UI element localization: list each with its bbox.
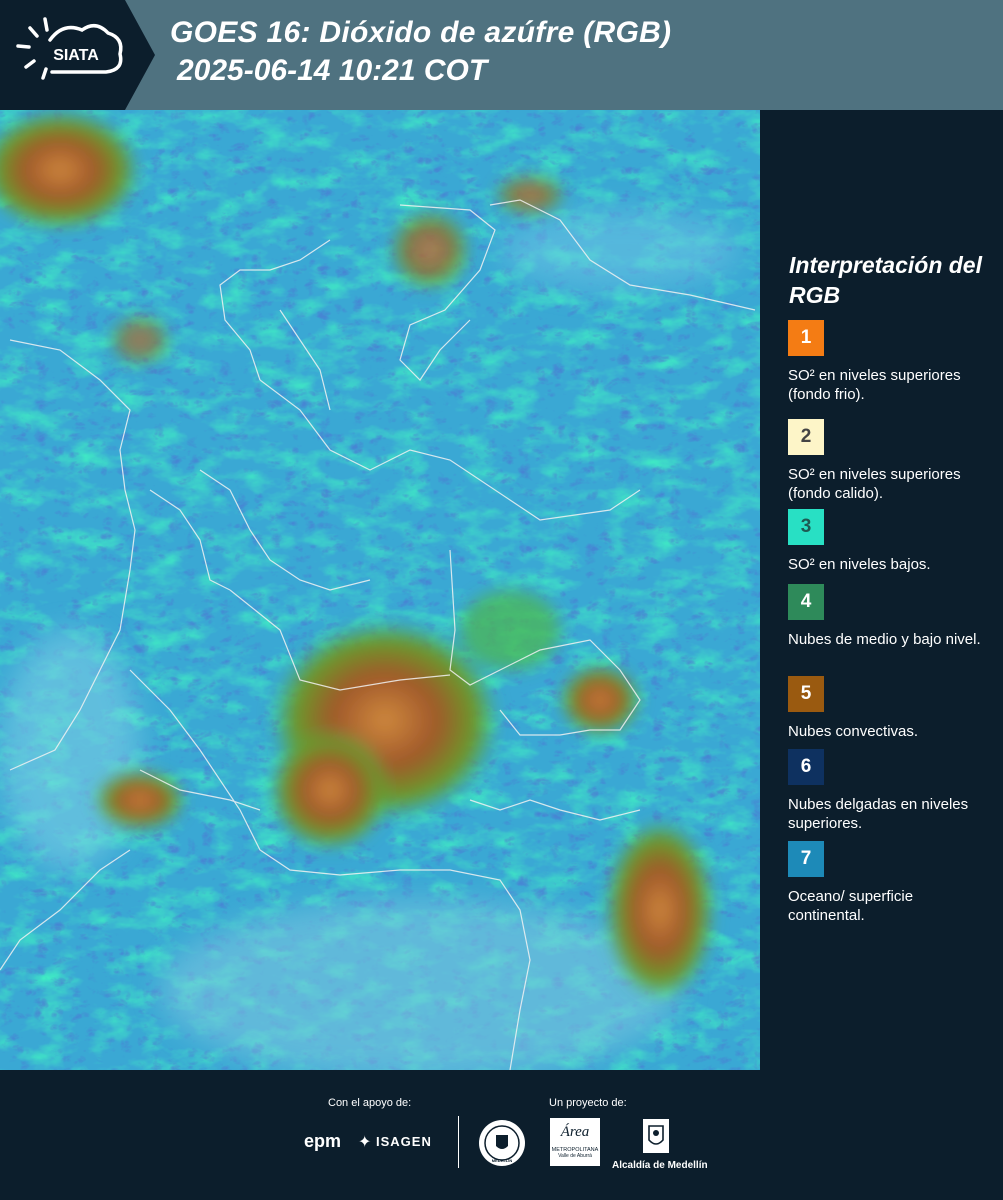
area-metropolitana-logo: Área METROPOLITANA Valle de Aburrá — [550, 1118, 600, 1166]
legend-swatch: 3 — [788, 509, 824, 545]
footer: Con el apoyo de: Un proyecto de: epm ✦ I… — [0, 1070, 1003, 1200]
legend-item: 2 SO² en niveles superiores (fondo calid… — [788, 419, 993, 503]
alcaldia-shield-icon — [643, 1119, 669, 1153]
project-label: Un proyecto de: — [549, 1097, 627, 1109]
alcaldia-logo: Alcaldía de Medellín — [612, 1160, 708, 1171]
epm-logo: epm — [304, 1131, 342, 1151]
legend-item: 7 Oceano/ superficie continental. — [788, 841, 993, 925]
legend-panel: Interpretación del RGB 1 SO² en niveles … — [760, 110, 1003, 1070]
so2-rgb-imagery — [0, 110, 760, 1070]
legend-swatch: 7 — [788, 841, 824, 877]
footer-divider — [458, 1116, 459, 1168]
legend-swatch: 4 — [788, 584, 824, 620]
medellin-seal-icon: MEDELLÍN — [479, 1120, 525, 1166]
svg-text:MEDELLÍN: MEDELLÍN — [492, 1158, 513, 1163]
timestamp: 2025-06-14 10:21 COT — [177, 54, 488, 87]
legend-item: 3 SO² en niveles bajos. — [788, 509, 993, 574]
legend-label: Nubes delgadas en niveles superiores. — [788, 796, 969, 832]
legend-label: Oceano/ superficie continental. — [788, 888, 914, 924]
support-label: Con el apoyo de: — [328, 1097, 412, 1109]
isagen-icon: ✦ — [358, 1134, 372, 1151]
legend-label: Nubes de medio y bajo nivel. — [788, 631, 981, 648]
legend-heading: Interpretación del RGB — [789, 252, 982, 308]
legend-swatch: 5 — [788, 676, 824, 712]
legend-label: SO² en niveles superiores (fondo frio). — [788, 367, 961, 403]
legend-swatch: 1 — [788, 320, 824, 356]
legend-swatch: 6 — [788, 749, 824, 785]
siata-logo: SIATA — [0, 0, 155, 110]
page-title: GOES 16: Dióxido de azúfre (RGB) — [170, 16, 672, 49]
header-bar: SIATA GOES 16: Dióxido de azúfre (RGB) 2… — [0, 0, 1003, 110]
isagen-logo: ISAGEN — [376, 1134, 432, 1149]
legend-item: 4 Nubes de medio y bajo nivel. — [788, 584, 993, 649]
legend-item: 1 SO² en niveles superiores (fondo frio)… — [788, 320, 993, 404]
legend-label: SO² en niveles bajos. — [788, 556, 931, 573]
legend-label: Nubes convectivas. — [788, 723, 919, 740]
legend-label: SO² en niveles superiores (fondo calido)… — [788, 466, 961, 502]
legend-item: 6 Nubes delgadas en niveles superiores. — [788, 749, 993, 833]
satellite-map — [0, 110, 760, 1070]
svg-text:SIATA: SIATA — [53, 47, 99, 64]
legend-swatch: 2 — [788, 419, 824, 455]
legend-item: 5 Nubes convectivas. — [788, 676, 993, 741]
